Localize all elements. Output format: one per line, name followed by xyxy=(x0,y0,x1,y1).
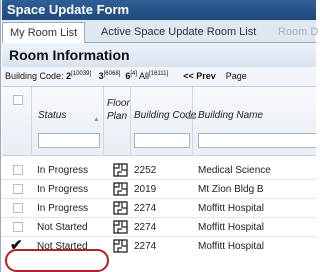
row-building-name: Mt Zion Bldg B xyxy=(198,184,264,195)
tab-active-space-update-room-list[interactable]: Active Space Update Room List xyxy=(94,22,263,43)
row-building-code: 2019 xyxy=(134,184,157,195)
tab-room-detail[interactable]: Room D xyxy=(271,22,320,43)
row-checkbox[interactable] xyxy=(13,222,23,232)
column-header-building-name[interactable]: Building Name xyxy=(198,110,263,121)
table-row[interactable]: In Progress 2252 Medical Science xyxy=(2,161,316,180)
row-building-name: Medical Science xyxy=(198,165,271,176)
floor-plan-icon[interactable] xyxy=(113,163,128,180)
floor-plan-icon[interactable] xyxy=(113,239,128,256)
row-checkbox[interactable] xyxy=(13,184,23,194)
column-header-status[interactable]: Status xyxy=(38,110,66,121)
building-name-filter-input[interactable] xyxy=(198,133,316,148)
prev-page-button[interactable]: << Prev xyxy=(183,71,216,81)
building-code-link-2[interactable]: 2[10039] xyxy=(66,71,91,81)
row-building-name: Moffitt Hospital xyxy=(198,203,264,214)
table-row[interactable]: In Progress 2274 Moffitt Hospital xyxy=(2,199,316,218)
floor-plan-icon[interactable] xyxy=(113,220,128,237)
row-status: In Progress xyxy=(37,184,89,195)
header-building-name-cell[interactable]: Building Name xyxy=(193,87,316,156)
row-building-code: 2274 xyxy=(134,203,157,214)
building-code-filter-bar: Building Code: 2[10039] 3[6068] 6[4] All… xyxy=(2,67,316,86)
row-checkbox[interactable] xyxy=(13,165,23,175)
row-building-name: Moffitt Hospital xyxy=(198,222,264,233)
row-building-name: Moffitt Hospital xyxy=(198,241,264,252)
row-building-code: 2274 xyxy=(134,222,157,233)
select-all-checkbox[interactable] xyxy=(13,95,23,105)
table-row[interactable]: Not Started 2274 Moffitt Hospital xyxy=(2,218,316,237)
building-code-label: Building Code: xyxy=(5,71,64,81)
row-status: In Progress xyxy=(37,165,89,176)
floor-plan-icon[interactable] xyxy=(113,182,128,199)
column-header-floor-plan: Floor Plan xyxy=(107,98,130,122)
row-checkbox[interactable] xyxy=(13,203,23,213)
grid-header: Status ▲ Floor Plan Building Code ▬ Buil… xyxy=(2,86,316,156)
tab-my-room-list[interactable]: My Room List xyxy=(2,22,86,44)
row-building-code: 2252 xyxy=(134,165,157,176)
selected-row-highlight xyxy=(5,249,109,272)
table-row[interactable]: In Progress 2019 Mt Zion Bldg B xyxy=(2,180,316,199)
building-code-link-6[interactable]: 6[4] xyxy=(125,71,137,81)
building-code-link-all[interactable]: All[16111] xyxy=(139,71,168,81)
section-title: Room Information xyxy=(2,43,316,67)
header-select-cell xyxy=(2,87,32,156)
status-filter-input[interactable] xyxy=(38,133,100,148)
header-status-cell[interactable]: Status ▲ xyxy=(32,87,104,156)
building-code-link-3[interactable]: 3[6068] xyxy=(99,71,121,81)
row-status: Not Started xyxy=(37,222,88,233)
header-floor-plan-cell: Floor Plan xyxy=(104,87,131,156)
row-building-code: 2274 xyxy=(134,241,157,252)
header-building-code-cell[interactable]: Building Code ▬ xyxy=(131,87,196,156)
page-label: Page xyxy=(225,71,247,81)
sort-asc-icon: ▲ xyxy=(93,116,100,123)
space-update-form: Space Update Form My Room List Active Sp… xyxy=(0,0,318,272)
form-title: Space Update Form xyxy=(2,0,316,20)
row-status: In Progress xyxy=(37,203,89,214)
floor-plan-icon[interactable] xyxy=(113,201,128,218)
tab-bar: My Room List Active Space Update Room Li… xyxy=(2,20,318,44)
building-code-filter-input[interactable] xyxy=(134,133,190,148)
